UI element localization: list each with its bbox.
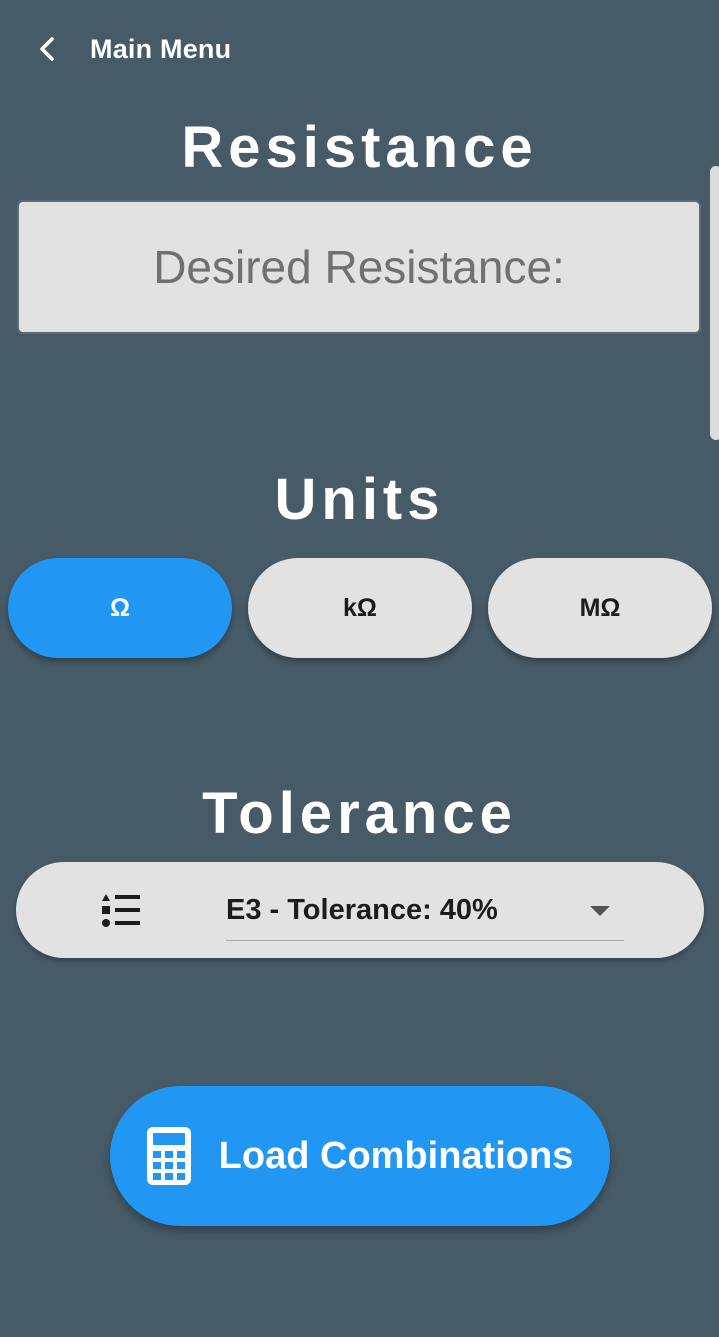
tolerance-selector: E3 - Tolerance: 40% bbox=[16, 862, 704, 958]
unit-mohm-button[interactable]: MΩ bbox=[488, 558, 712, 658]
resistance-input[interactable] bbox=[19, 201, 699, 333]
tolerance-dropdown[interactable]: E3 - Tolerance: 40% bbox=[226, 880, 624, 941]
chevron-left-icon bbox=[40, 37, 54, 61]
load-combinations-button[interactable]: Load Combinations bbox=[110, 1086, 610, 1226]
caret-down-icon bbox=[590, 906, 610, 916]
calculator-icon bbox=[146, 1127, 191, 1185]
resistance-field[interactable] bbox=[17, 200, 701, 334]
format-list-icon bbox=[102, 894, 140, 927]
unit-kohm-button[interactable]: kΩ bbox=[248, 558, 472, 658]
unit-ohm-button[interactable]: Ω bbox=[8, 558, 232, 658]
units-title: Units bbox=[274, 467, 445, 532]
back-button[interactable]: Main Menu bbox=[32, 28, 231, 70]
load-combinations-label: Load Combinations bbox=[218, 1134, 574, 1177]
resistance-title: Resistance bbox=[181, 115, 538, 180]
tolerance-title: Tolerance bbox=[202, 781, 517, 846]
scrollbar[interactable] bbox=[710, 166, 719, 440]
back-label: Main Menu bbox=[90, 33, 232, 64]
tolerance-value: E3 - Tolerance: 40% bbox=[226, 893, 498, 926]
